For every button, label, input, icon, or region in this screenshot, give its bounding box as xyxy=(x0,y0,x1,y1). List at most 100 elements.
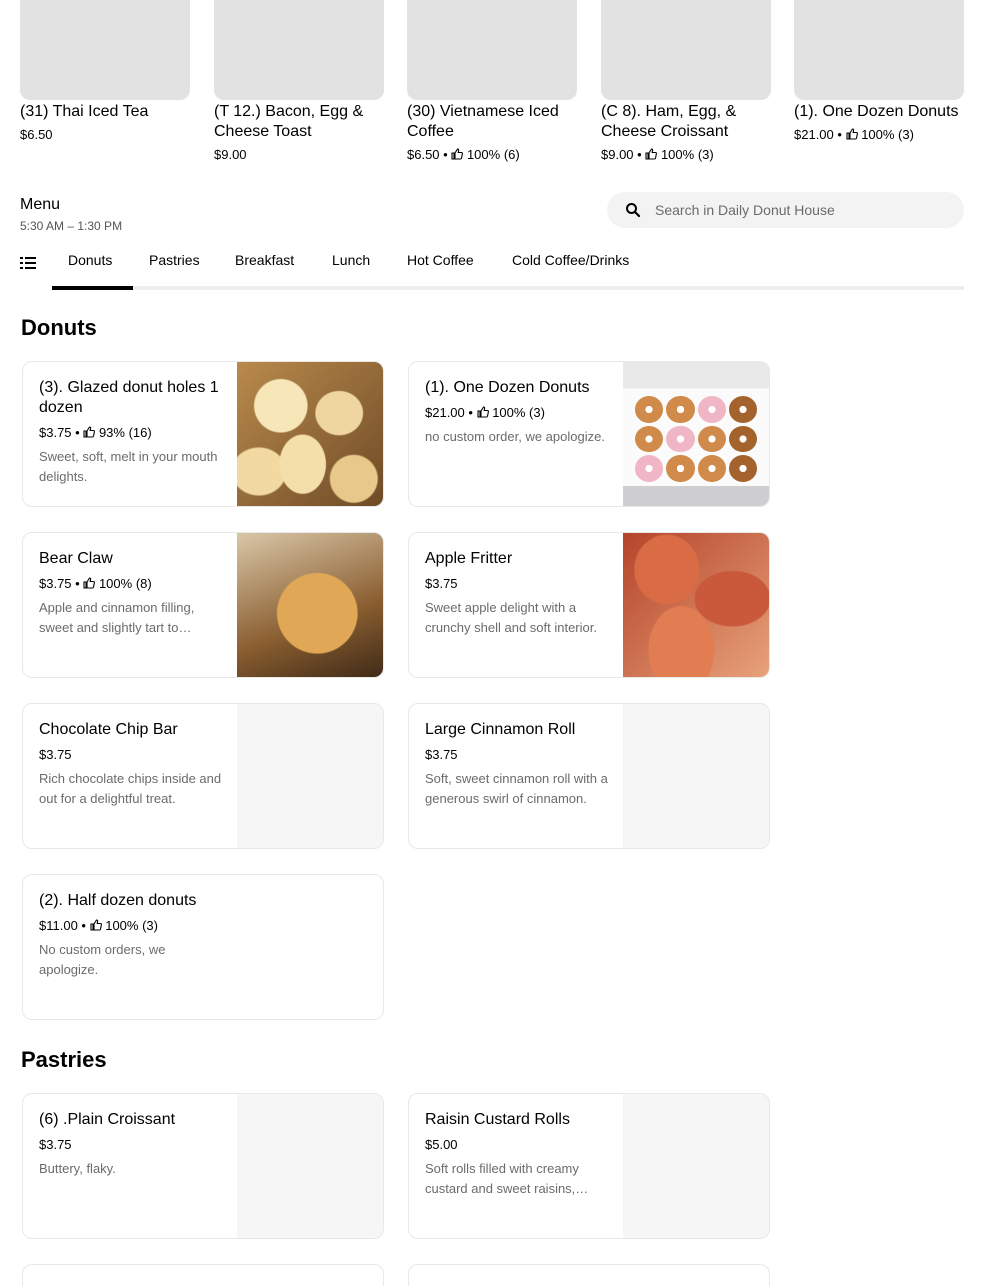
active-tab-indicator xyxy=(52,286,133,290)
thumbs-up-icon xyxy=(645,148,658,160)
item-image[interactable] xyxy=(237,362,383,506)
featured-item-rating: 100% (3) xyxy=(861,127,914,142)
menu-item-card[interactable]: (1). One Dozen Donuts $21.00 • 100% (3) … xyxy=(408,361,770,507)
item-meta: $5.00 xyxy=(425,1135,615,1155)
item-rating: 100% (8) xyxy=(98,576,152,591)
card-body: (1). One Dozen Donuts $21.00 • 100% (3) … xyxy=(425,378,615,447)
featured-item[interactable]: (C 8). Ham, Egg, & Cheese Croissant $9.0… xyxy=(601,0,771,165)
menu-item-card[interactable]: (6) .Plain Croissant $3.75 Buttery, flak… xyxy=(22,1093,384,1239)
tabs-bar: Donuts Pastries Breakfast Lunch Hot Coff… xyxy=(52,244,964,290)
featured-item-meta: $6.50 • 100% (6) xyxy=(407,145,577,165)
item-price: $3.75 • xyxy=(39,576,80,591)
card-body: (3). Glazed donut holes 1 dozen $3.75 • … xyxy=(39,378,229,487)
thumbs-up-icon xyxy=(83,426,96,438)
featured-item-title: (31) Thai Iced Tea xyxy=(20,103,149,120)
thumbs-up-icon xyxy=(846,128,858,140)
menu-item-card[interactable]: (2). Half dozen donuts $11.00 • 100% (3)… xyxy=(22,874,384,1020)
item-title: Chocolate Chip Bar xyxy=(39,721,178,738)
featured-item-meta: $21.00 • 100% (3) xyxy=(794,125,964,145)
featured-item-rating: 100% (6) xyxy=(466,147,520,162)
tab-hot-coffee[interactable]: Hot Coffee xyxy=(407,252,474,268)
item-description: no custom order, we apologize. xyxy=(425,429,605,444)
menu-list-icon[interactable] xyxy=(20,256,36,270)
tab-cold-coffee-drinks[interactable]: Cold Coffee/Drinks xyxy=(512,252,629,268)
item-description: Sweet apple delight with a crunchy shell… xyxy=(425,600,597,635)
item-title: Raisin Custard Rolls xyxy=(425,1111,570,1128)
featured-item-meta: $6.50 xyxy=(20,125,190,145)
menu-hours: 5:30 AM – 1:30 PM xyxy=(20,219,123,233)
featured-item-image[interactable] xyxy=(20,0,190,100)
item-rating: 100% (3) xyxy=(105,918,158,933)
tab-breakfast[interactable]: Breakfast xyxy=(235,252,294,268)
featured-item-rating: 100% (3) xyxy=(660,147,714,162)
card-body: Large Cinnamon Roll $3.75 Soft, sweet ci… xyxy=(425,720,615,809)
menu-item-card[interactable] xyxy=(22,1264,384,1286)
item-title: (6) .Plain Croissant xyxy=(39,1111,176,1128)
tab-lunch[interactable]: Lunch xyxy=(332,252,370,268)
featured-item[interactable]: (1). One Dozen Donuts $21.00 • 100% (3) xyxy=(794,0,964,145)
card-body: Raisin Custard Rolls $5.00 Soft rolls fi… xyxy=(425,1110,615,1199)
featured-item[interactable]: (31) Thai Iced Tea $6.50 xyxy=(20,0,190,145)
featured-item[interactable]: (T 12.) Bacon, Egg & Cheese Toast $9.00 xyxy=(214,0,384,165)
item-image[interactable] xyxy=(623,1094,769,1238)
card-body: Bear Claw $3.75 • 100% (8) Apple and cin… xyxy=(39,549,229,638)
item-image[interactable] xyxy=(623,704,769,848)
featured-item[interactable]: (30) Vietnamese Iced Coffee $6.50 • 100%… xyxy=(407,0,577,165)
item-description: No custom orders, we apologize. xyxy=(39,942,166,977)
item-meta: $3.75 xyxy=(39,1135,229,1155)
item-price: $3.75 xyxy=(425,747,458,762)
item-image[interactable] xyxy=(623,533,769,677)
thumbs-up-icon xyxy=(477,406,489,418)
search-icon xyxy=(626,203,641,218)
menu-item-card[interactable]: Chocolate Chip Bar $3.75 Rich chocolate … xyxy=(22,703,384,849)
item-description: Rich chocolate chips inside and out for … xyxy=(39,771,222,806)
category-tabs: Donuts Pastries Breakfast Lunch Hot Coff… xyxy=(20,244,964,290)
menu-header: Menu 5:30 AM – 1:30 PM xyxy=(20,194,122,236)
featured-item-price: $6.50 xyxy=(20,127,53,142)
search-bar[interactable] xyxy=(607,192,964,228)
item-description: Soft rolls filled with creamy custard an… xyxy=(425,1161,579,1196)
featured-item-image[interactable] xyxy=(601,0,771,100)
thumbs-up-icon xyxy=(451,148,464,160)
item-title: (2). Half dozen donuts xyxy=(39,892,197,909)
section-title-donuts: Donuts xyxy=(21,315,97,340)
menu-item-card[interactable]: (3). Glazed donut holes 1 dozen $3.75 • … xyxy=(22,361,384,507)
section-title-pastries: Pastries xyxy=(21,1047,107,1072)
featured-item-meta: $9.00 xyxy=(214,145,384,165)
item-price: $5.00 xyxy=(425,1137,458,1152)
item-image[interactable] xyxy=(237,533,383,677)
menu-item-card[interactable]: Raisin Custard Rolls $5.00 Soft rolls fi… xyxy=(408,1093,770,1239)
item-rating: 93% (16) xyxy=(98,425,152,440)
featured-item-image[interactable] xyxy=(794,0,964,100)
item-title: (1). One Dozen Donuts xyxy=(425,379,590,396)
item-description: Buttery, flaky. xyxy=(39,1161,116,1176)
item-title: Bear Claw xyxy=(39,550,113,567)
menu-item-card[interactable] xyxy=(408,1264,770,1286)
menu-item-card[interactable]: Bear Claw $3.75 • 100% (8) Apple and cin… xyxy=(22,532,384,678)
item-title: Apple Fritter xyxy=(425,550,513,567)
featured-item-image[interactable] xyxy=(407,0,577,100)
featured-item-image[interactable] xyxy=(214,0,384,100)
donut-box-illustration xyxy=(635,396,757,482)
featured-item-title: (T 12.) Bacon, Egg & Cheese Toast xyxy=(214,103,364,140)
card-body: Apple Fritter $3.75 Sweet apple delight … xyxy=(425,549,615,638)
item-meta: $3.75 xyxy=(425,574,615,594)
item-image[interactable] xyxy=(237,1094,383,1238)
item-price: $3.75 xyxy=(39,747,72,762)
menu-item-card[interactable]: Large Cinnamon Roll $3.75 Soft, sweet ci… xyxy=(408,703,770,849)
card-body: (2). Half dozen donuts $11.00 • 100% (3)… xyxy=(39,891,229,980)
tab-donuts[interactable]: Donuts xyxy=(68,252,112,268)
thumbs-up-icon xyxy=(90,919,102,931)
featured-item-title: (1). One Dozen Donuts xyxy=(794,103,959,120)
card-body: (6) .Plain Croissant $3.75 Buttery, flak… xyxy=(39,1110,229,1179)
search-input[interactable] xyxy=(655,202,935,218)
tab-pastries[interactable]: Pastries xyxy=(149,252,200,268)
item-description: Sweet, soft, melt in your mouth delights… xyxy=(39,449,218,484)
item-meta: $3.75 xyxy=(425,745,615,765)
item-image[interactable] xyxy=(623,362,769,506)
menu-item-card[interactable]: Apple Fritter $3.75 Sweet apple delight … xyxy=(408,532,770,678)
featured-item-title: (30) Vietnamese Iced Coffee xyxy=(407,103,559,140)
item-image[interactable] xyxy=(237,704,383,848)
item-price: $11.00 • xyxy=(39,918,86,933)
item-title: Large Cinnamon Roll xyxy=(425,721,576,738)
